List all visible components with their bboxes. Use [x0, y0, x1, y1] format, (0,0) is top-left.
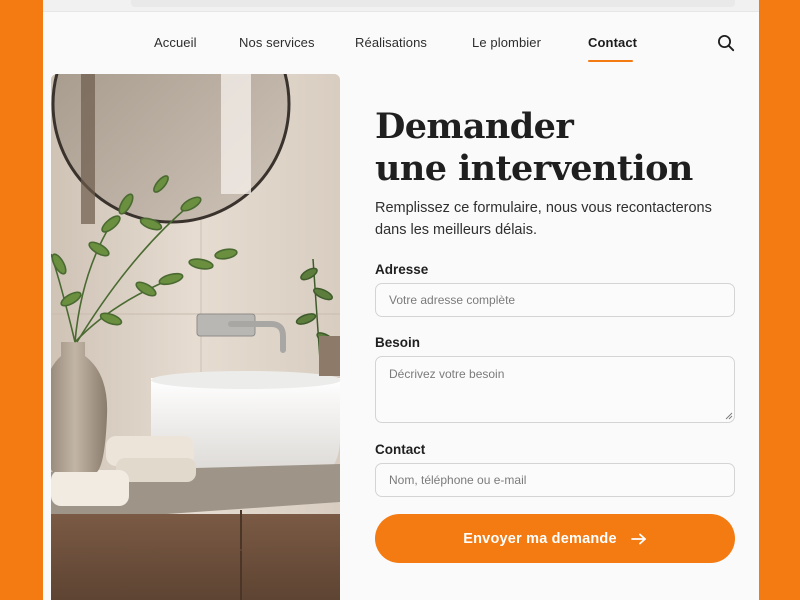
contact-label: Contact	[375, 442, 426, 457]
contact-field[interactable]	[375, 463, 735, 497]
need-label: Besoin	[375, 335, 421, 350]
nav-item-accueil[interactable]: Accueil	[154, 35, 197, 50]
page: Accueil Nos services Réalisations Le plo…	[43, 0, 759, 600]
form-title: Demander une intervention	[375, 106, 735, 190]
bathroom-photo	[51, 74, 340, 600]
bathroom-illustration	[51, 74, 340, 600]
submit-button[interactable]: Envoyer ma demande	[375, 514, 735, 563]
address-label: Adresse	[375, 262, 429, 277]
intervention-form: Demander une intervention Remplissez ce …	[375, 0, 735, 600]
need-field[interactable]	[375, 356, 735, 423]
form-title-line-1: Demander	[375, 106, 574, 147]
address-field[interactable]	[375, 283, 735, 317]
form-title-line-2: une intervention	[375, 148, 693, 189]
resize-grip-icon[interactable]	[725, 412, 733, 420]
form-subtitle: Remplissez ce formulaire, nous vous reco…	[375, 200, 712, 238]
arrow-right-icon	[630, 533, 646, 544]
nav-item-nos-services[interactable]: Nos services	[239, 35, 315, 50]
submit-button-label: Envoyer ma demande	[463, 530, 617, 547]
